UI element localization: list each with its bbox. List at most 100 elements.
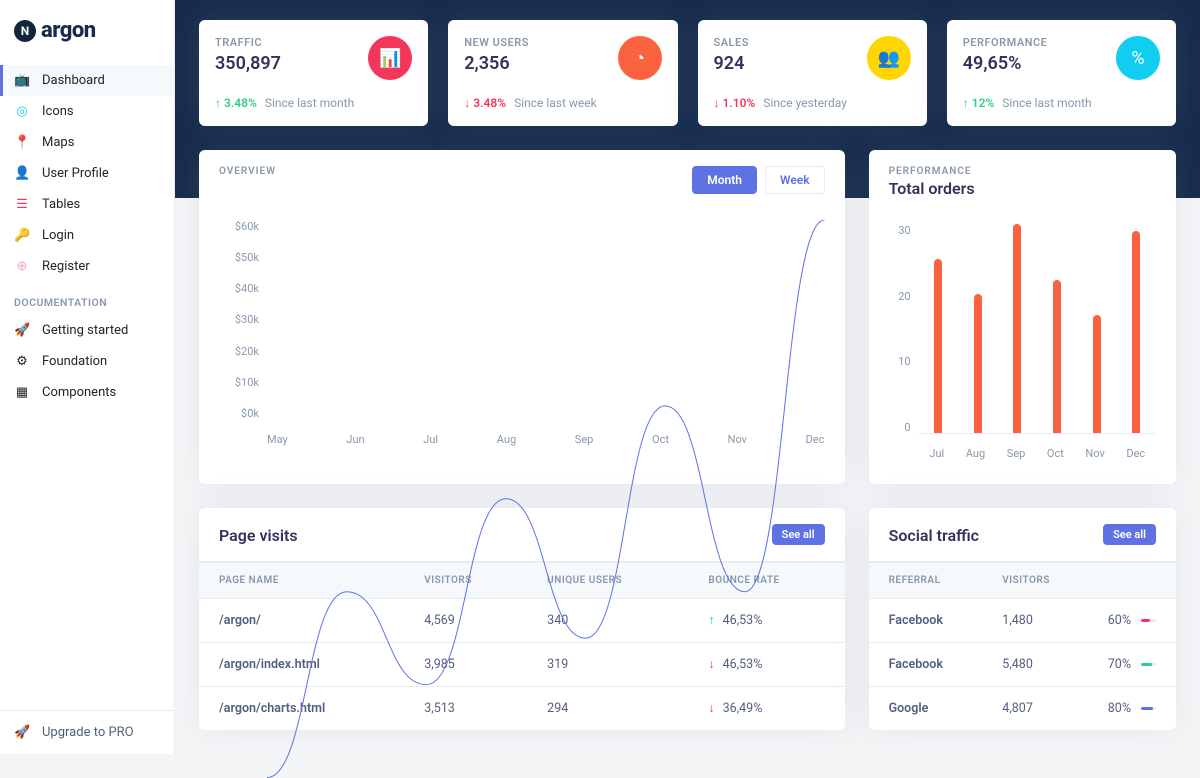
docs-item-foundation[interactable]: ⚙Foundation xyxy=(0,346,174,377)
visitors-cell: 5,480 xyxy=(982,643,1087,687)
x-tick: Oct xyxy=(1047,447,1064,460)
y-tick: 0 xyxy=(889,421,911,434)
overview-overline: OVERVIEW xyxy=(219,166,276,177)
docs-section-label: DOCUMENTATION xyxy=(0,282,174,315)
y-tick: $10k xyxy=(219,376,259,389)
y-tick: 20 xyxy=(889,290,911,303)
nav-label: Maps xyxy=(42,135,74,150)
x-tick: Dec xyxy=(1126,447,1145,460)
sidebar-item-dashboard[interactable]: 📺Dashboard xyxy=(0,65,174,96)
x-tick: Aug xyxy=(497,433,516,446)
brand-logo[interactable]: N argon xyxy=(0,0,174,65)
progress-bar xyxy=(1141,707,1156,710)
bar xyxy=(1053,280,1061,433)
social-traffic-title: Social traffic xyxy=(889,526,979,545)
social-traffic-table: REFERRALVISITORS Facebook 1,480 60% Face… xyxy=(869,562,1176,730)
x-tick: Sep xyxy=(575,433,594,446)
y-tick: $50k xyxy=(219,251,259,264)
y-tick: 30 xyxy=(889,224,911,237)
stat-label: PERFORMANCE xyxy=(963,36,1048,49)
visitors-cell: 1,480 xyxy=(982,599,1087,643)
stat-since: Since last week xyxy=(514,96,597,110)
overview-line-chart: $60k$50k$40k$30k$20k$10k$0k MayJunJulAug… xyxy=(219,220,825,450)
nav-icon: 🔑 xyxy=(14,228,30,243)
referral-cell: Facebook xyxy=(869,599,983,643)
table-row: Google 4,807 80% xyxy=(869,687,1176,731)
stat-label: TRAFFIC xyxy=(215,36,281,49)
sidebar-item-maps[interactable]: 📍 Maps xyxy=(0,127,174,158)
stat-trend: ↓ 3.48% xyxy=(464,96,506,110)
social-traffic-see-all[interactable]: See all xyxy=(1103,524,1156,545)
progress-pct: 60% xyxy=(1108,613,1131,628)
y-tick: $0k xyxy=(219,407,259,420)
sidebar-item-tables[interactable]: ☰Tables xyxy=(0,189,174,220)
x-tick: Nov xyxy=(728,433,747,446)
nav-label: Foundation xyxy=(42,354,107,369)
sidebar-item-login[interactable]: 🔑Login xyxy=(0,220,174,251)
x-tick: May xyxy=(267,433,288,446)
nav-label: User Profile xyxy=(42,166,109,181)
stat-value: 350,897 xyxy=(215,53,281,74)
total-orders-card: PERFORMANCE Total orders 3020100 JulAugS… xyxy=(869,150,1176,484)
x-tick: Dec xyxy=(806,433,825,446)
docs-item-components[interactable]: ▦ Components xyxy=(0,377,174,408)
stat-value: 924 xyxy=(714,53,749,74)
nav-label: Getting started xyxy=(42,323,128,338)
nav-icon: 📍 xyxy=(14,135,30,150)
table-row: Facebook 5,480 70% xyxy=(869,643,1176,687)
overview-range-toggle: Month Week xyxy=(692,166,824,194)
sidebar: N argon 📺Dashboard◎Icons 📍 Maps 👤User Profi… xyxy=(0,0,175,754)
brand-mark-icon: N xyxy=(14,20,36,42)
y-tick: 10 xyxy=(889,355,911,368)
bar xyxy=(934,259,942,433)
nav-icon: 🚀 xyxy=(14,323,30,338)
y-tick: $40k xyxy=(219,282,259,295)
progress-bar xyxy=(1141,619,1156,622)
sidebar-item-icons[interactable]: ◎Icons xyxy=(0,96,174,127)
stat-label: NEW USERS xyxy=(464,36,529,49)
stat-label: SALES xyxy=(714,36,749,49)
bar xyxy=(1013,224,1021,433)
nav-icon: ◎ xyxy=(14,104,30,119)
stat-trend: ↑ 12% xyxy=(963,96,995,110)
toggle-month[interactable]: Month xyxy=(692,166,757,194)
visitors-cell: 4,807 xyxy=(982,687,1087,731)
sidebar-item-user-profile[interactable]: 👤User Profile xyxy=(0,158,174,189)
referral-cell: Google xyxy=(869,687,983,731)
referral-cell: Facebook xyxy=(869,643,983,687)
nav-icon: 📺 xyxy=(14,73,30,88)
nav-icon: ▦ xyxy=(14,385,30,400)
overview-card: OVERVIEW Month Week $60k$50k$40k$30k$20k… xyxy=(199,150,845,484)
table-header: VISITORS xyxy=(982,563,1087,599)
main-content: TRAFFIC 350,897 📊 ↑ 3.48% Since last mon… xyxy=(175,0,1200,754)
stat-card-performance: PERFORMANCE 49,65% % ↑ 12% Since last mo… xyxy=(947,20,1176,126)
x-tick: Jul xyxy=(423,433,438,446)
docs-item-getting-started[interactable]: 🚀 Getting started xyxy=(0,315,174,346)
stat-trend: ↓ 1.10% xyxy=(714,96,756,110)
social-traffic-card: Social traffic See all REFERRALVISITORS … xyxy=(869,508,1176,730)
sidebar-item-register[interactable]: ⊕Register xyxy=(0,251,174,282)
table-header xyxy=(1088,563,1176,599)
progress-pct: 70% xyxy=(1108,657,1131,672)
progress-cell: 70% xyxy=(1088,643,1176,687)
stat-icon: % xyxy=(1116,36,1160,80)
y-tick: $30k xyxy=(219,313,259,326)
bar xyxy=(1132,231,1140,433)
stat-value: 49,65% xyxy=(963,53,1048,74)
stat-card-new-users: NEW USERS 2,356 ◔ ↓ 3.48% Since last wee… xyxy=(448,20,677,126)
progress-pct: 80% xyxy=(1108,701,1131,716)
progress-cell: 80% xyxy=(1088,687,1176,731)
stat-since: Since last month xyxy=(1002,96,1091,110)
stat-trend: ↑ 3.48% xyxy=(215,96,257,110)
nav-icon: ⊕ xyxy=(14,259,30,274)
x-tick: Jul xyxy=(929,447,944,460)
brand-name: argon xyxy=(41,18,96,43)
bar xyxy=(1093,315,1101,433)
x-tick: Aug xyxy=(966,447,985,460)
upgrade-to-pro[interactable]: 🚀 Upgrade to PRO xyxy=(0,710,174,754)
toggle-week[interactable]: Week xyxy=(765,166,825,194)
bar xyxy=(974,294,982,433)
nav-label: Components xyxy=(42,385,116,400)
stat-icon: 📊 xyxy=(368,36,412,80)
x-tick: Sep xyxy=(1007,447,1026,460)
